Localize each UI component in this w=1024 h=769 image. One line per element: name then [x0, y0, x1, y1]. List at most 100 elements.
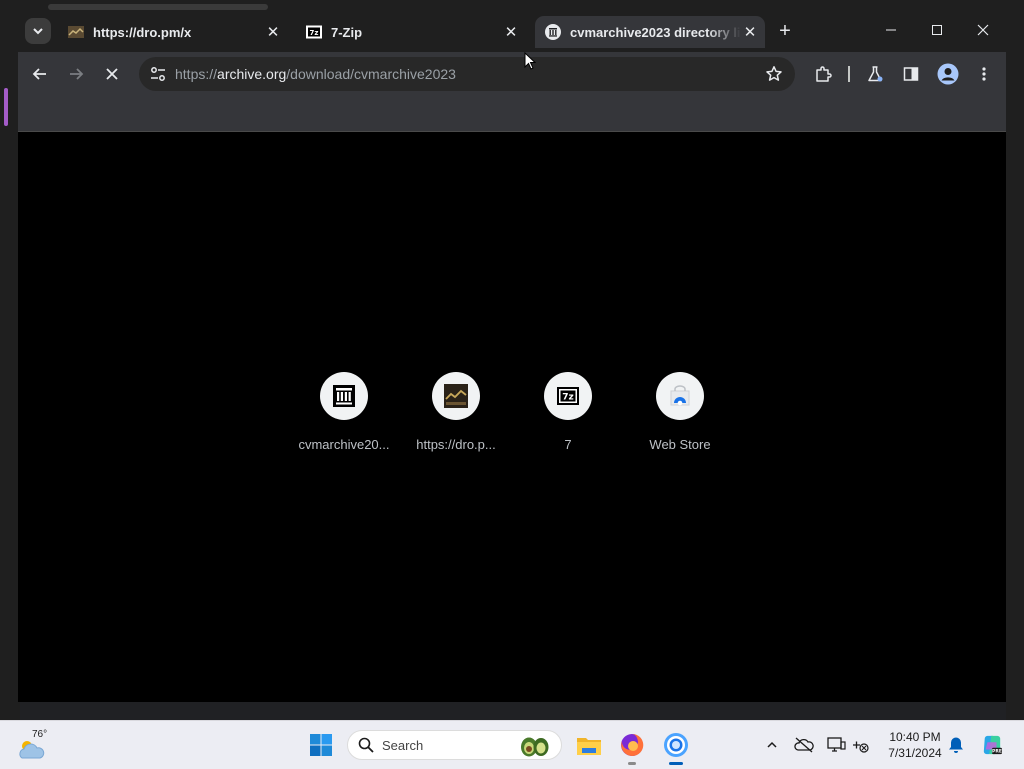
maximize-button[interactable]	[922, 18, 952, 42]
address-bar[interactable]: https://archive.org/download/cvmarchive2…	[139, 57, 795, 91]
tab-title: cvmarchive2023 directory listing	[570, 24, 741, 40]
maximize-icon	[932, 25, 942, 35]
url-path: /download/cvmarchive2023	[286, 66, 456, 82]
running-indicator	[628, 762, 636, 765]
chevron-down-icon	[33, 28, 43, 35]
url-text: https://archive.org/download/cvmarchive2…	[175, 66, 456, 82]
shortcut-tile[interactable]: 7z 7	[512, 372, 624, 452]
cloud-offline-icon	[794, 737, 814, 753]
stop-loading-button[interactable]	[98, 60, 126, 88]
arrow-left-icon	[32, 68, 46, 80]
file-explorer-button[interactable]	[573, 729, 605, 761]
chevron-up-icon	[767, 741, 777, 748]
archive-org-favicon	[545, 24, 561, 40]
shortcut-icon-circle	[432, 372, 480, 420]
tab-search-button[interactable]	[25, 18, 51, 44]
tab-title: 7-Zip	[331, 24, 363, 40]
shortcut-label: https://dro.p...	[416, 437, 496, 452]
avatar-icon	[937, 63, 959, 85]
network-disconnected-icon	[853, 741, 869, 753]
shortcut-icon-circle	[656, 372, 704, 420]
notifications-button[interactable]	[946, 735, 966, 755]
tab-title: https://dro.pm/x	[93, 24, 192, 40]
puzzle-icon	[816, 66, 832, 82]
dro-pm-favicon	[68, 26, 84, 38]
mouse-cursor-icon	[524, 52, 536, 70]
shortcut-label: cvmarchive20...	[298, 437, 390, 452]
bookmark-star-icon[interactable]	[765, 65, 783, 83]
svg-text:7z: 7z	[562, 393, 574, 403]
site-info-icon[interactable]	[149, 65, 167, 83]
menu-button[interactable]	[970, 60, 998, 88]
url-host: archive.org	[217, 66, 287, 82]
minimize-icon	[886, 29, 896, 31]
browser-window: https://dro.pm/x ✕ 7z 7-Zip ✕ cvmarchive…	[18, 10, 1006, 702]
web-store-icon	[670, 385, 690, 406]
minimize-button[interactable]	[876, 18, 906, 42]
close-tab-icon[interactable]: ✕	[741, 23, 759, 41]
bell-icon	[949, 737, 963, 753]
side-panel-icon	[903, 67, 919, 81]
flask-icon	[868, 66, 883, 82]
arrow-right-icon	[70, 68, 84, 80]
dro-pm-icon	[444, 384, 468, 408]
back-button[interactable]	[26, 60, 54, 88]
toolbar-divider	[848, 66, 850, 82]
clock-date: 7/31/2024	[888, 746, 942, 760]
copilot-icon: PRE	[983, 735, 1002, 755]
display-tray-button[interactable]	[826, 735, 846, 755]
network-tray-button[interactable]	[851, 735, 871, 755]
taskbar: 76° Search 10:40 PM 7/31/2024 PRE	[0, 720, 1024, 769]
background-window-left	[0, 0, 20, 720]
more-vert-icon	[982, 67, 986, 81]
clock-time: 10:40 PM	[889, 730, 941, 744]
url-prefix: https://	[175, 66, 218, 82]
shortcut-label: Web Store	[649, 437, 711, 452]
shortcut-tile[interactable]: cvmarchive20...	[288, 372, 400, 452]
monitor-icon	[827, 737, 846, 752]
close-icon	[977, 24, 989, 36]
running-indicator	[669, 762, 683, 765]
shortcut-tile[interactable]: Web Store	[624, 372, 736, 452]
labs-button[interactable]	[861, 60, 889, 88]
background-window-right	[1006, 0, 1024, 720]
tab-strip: https://dro.pm/x ✕ 7z 7-Zip ✕ cvmarchive…	[18, 10, 1006, 52]
chrome-icon	[664, 733, 688, 757]
new-tab-button[interactable]: +	[775, 21, 795, 42]
onedrive-tray-button[interactable]	[794, 735, 814, 755]
search-placeholder: Search	[382, 738, 424, 753]
close-icon	[106, 68, 118, 80]
show-hidden-icons-button[interactable]	[762, 735, 782, 755]
search-icon	[358, 737, 374, 753]
firefox-button[interactable]	[616, 729, 648, 761]
svg-text:7z: 7z	[310, 29, 319, 37]
profile-button[interactable]	[934, 60, 962, 88]
close-tab-icon[interactable]: ✕	[264, 23, 282, 41]
weather-temperature: 76°	[32, 729, 48, 740]
chrome-button[interactable]	[660, 729, 692, 761]
search-highlight-avocado-icon	[521, 737, 549, 757]
bookmarks-bar	[18, 96, 1006, 132]
shortcut-icon-circle	[320, 372, 368, 420]
windows-logo-icon	[310, 734, 332, 756]
taskbar-search[interactable]: Search	[347, 730, 562, 760]
firefox-icon	[621, 733, 644, 756]
start-button[interactable]	[305, 729, 337, 761]
tab-7-zip[interactable]: 7z 7-Zip ✕	[296, 16, 526, 48]
tab-cvmarchive2023[interactable]: cvmarchive2023 directory listing ✕	[535, 16, 765, 48]
extensions-button[interactable]	[809, 60, 837, 88]
copilot-button[interactable]: PRE	[982, 735, 1002, 755]
close-tab-icon[interactable]: ✕	[502, 23, 520, 41]
browser-toolbar: https://archive.org/download/cvmarchive2…	[18, 52, 1006, 96]
page-content: cvmarchive20... https://dro.p... 7z 7 We…	[18, 132, 1006, 702]
taskbar-clock[interactable]: 10:40 PM 7/31/2024	[880, 729, 950, 761]
svg-text:PRE: PRE	[992, 749, 1002, 755]
7zip-icon: 7z	[557, 387, 579, 405]
folder-icon	[577, 738, 601, 755]
shortcut-tile[interactable]: https://dro.p...	[400, 372, 512, 452]
forward-button[interactable]	[62, 60, 90, 88]
close-window-button[interactable]	[968, 18, 998, 42]
shortcut-label: 7	[564, 437, 572, 452]
tab-dro-pm[interactable]: https://dro.pm/x ✕	[58, 16, 288, 48]
side-panel-button[interactable]	[897, 60, 925, 88]
